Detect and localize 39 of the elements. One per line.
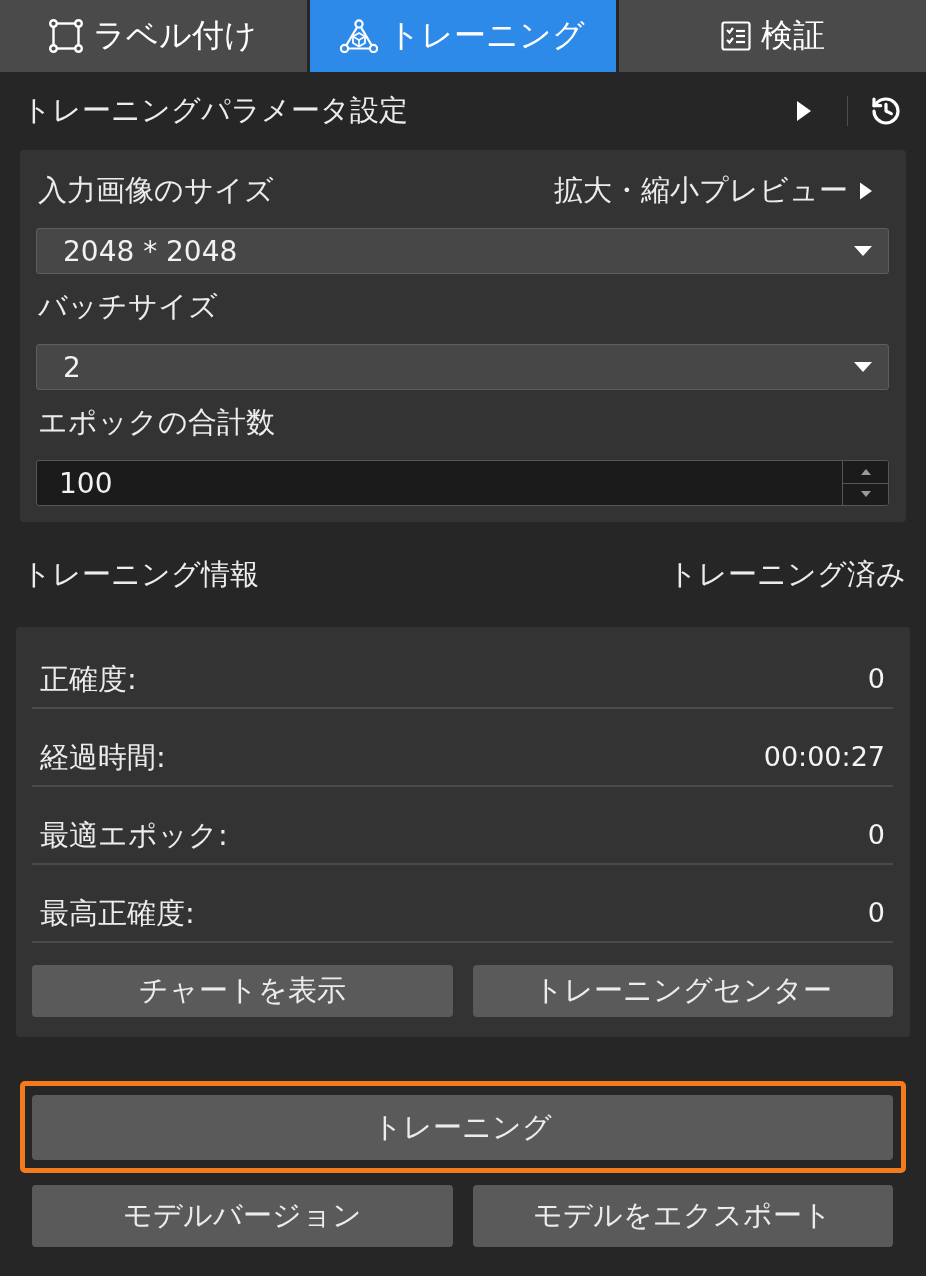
history-button[interactable] (870, 95, 902, 127)
number-input[interactable]: 100 (36, 460, 889, 506)
metric-label: 最高正確度: (40, 897, 195, 929)
metric-label: 最適エポック: (40, 819, 228, 851)
metric-value: 0 (867, 819, 885, 851)
checklist-icon (720, 21, 751, 51)
dropdown-select[interactable]: 2048 * 2048 (36, 228, 889, 274)
bounding-box-icon (49, 19, 84, 53)
section-title: トレーニング情報 (22, 555, 260, 593)
train-button[interactable]: トレーニング (32, 1095, 893, 1160)
caret-down-icon (854, 246, 872, 256)
metric-value: 0 (867, 663, 885, 695)
metric-value: 00:00:27 (763, 741, 885, 773)
tab[interactable]: ラベル付け (0, 0, 307, 72)
field-label: 入力画像のサイズ (38, 172, 274, 209)
training-status: トレーニング済み (668, 555, 906, 593)
play-button[interactable] (797, 101, 811, 121)
metric-label: 正確度: (40, 663, 137, 695)
arrow-down-icon (860, 491, 871, 498)
action-button[interactable]: トレーニングセンター (472, 965, 893, 1017)
field-label: バッチサイズ (38, 288, 218, 325)
decrement-button[interactable] (843, 482, 888, 505)
metric-label: 経過時間: (40, 741, 166, 773)
play-icon (797, 101, 811, 121)
section-title: トレーニングパラメータ設定 (22, 92, 409, 129)
caret-down-icon (854, 362, 872, 372)
triangle-network-icon (340, 19, 379, 53)
caret-right-icon (860, 182, 872, 200)
tab[interactable]: 検証 (619, 0, 926, 72)
dropdown-select[interactable]: 2 (36, 344, 889, 390)
field-label: エポックの合計数 (38, 404, 275, 441)
arrow-up-icon (860, 468, 871, 475)
action-button[interactable]: モデルをエクスポート (472, 1185, 893, 1247)
metric-value: 0 (867, 897, 885, 929)
history-icon (870, 95, 902, 127)
action-button[interactable]: チャートを表示 (32, 965, 453, 1017)
tab[interactable]: トレーニング (309, 0, 617, 72)
preview-link[interactable]: 拡大・縮小プレビュー (554, 171, 872, 211)
action-button[interactable]: モデルバージョン (32, 1185, 453, 1247)
